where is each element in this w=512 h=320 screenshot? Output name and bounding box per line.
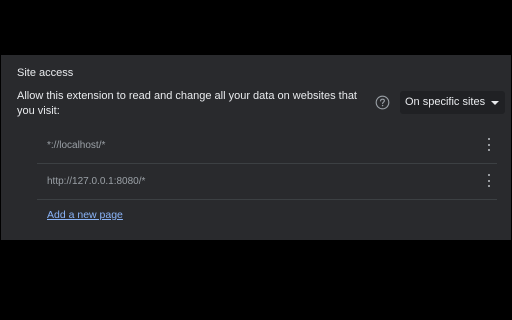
site-pattern: http://127.0.0.1:8080/* — [47, 176, 146, 187]
help-circle-icon[interactable] — [375, 95, 390, 110]
more-vertical-icon[interactable] — [485, 137, 493, 153]
add-new-page-link[interactable]: Add a new page — [47, 209, 123, 222]
section-title: Site access — [17, 67, 74, 79]
site-access-dropdown[interactable]: On specific sites — [400, 91, 505, 114]
site-pattern: *://localhost/* — [47, 140, 106, 151]
more-vertical-icon[interactable] — [485, 173, 493, 189]
site-row: *://localhost/* — [37, 127, 497, 164]
site-access-panel: Site access Allow this extension to read… — [1, 55, 511, 240]
dropdown-arrow-icon — [491, 101, 499, 105]
site-row: http://127.0.0.1:8080/* — [37, 163, 497, 200]
dropdown-selected-value: On specific sites — [405, 96, 486, 108]
site-access-description: Allow this extension to read and change … — [17, 90, 357, 117]
